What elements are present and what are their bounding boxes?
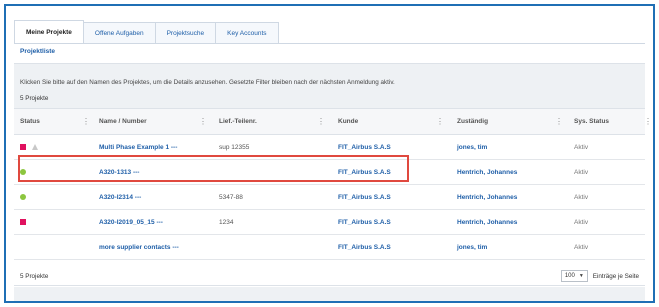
page-size-select[interactable]: 100 ▼ [560,270,588,282]
green-status-dot-icon [20,169,26,175]
table-row: more supplier contacts --- FIT_Airbus S.… [14,235,645,260]
customer-link[interactable]: FIT_Airbus S.A.S [338,235,391,260]
red-status-square-icon [20,144,26,150]
column-header-sys-status[interactable]: Sys. Status [574,109,609,135]
table-row: A320-I2019_05_15 --- 1234 FIT_Airbus S.A… [14,210,645,235]
column-menu-icon[interactable]: ⋮ [436,109,444,135]
owner-link[interactable]: jones, tim [457,235,487,260]
supplier-part-number: sup 12355 [219,144,250,151]
column-menu-icon[interactable]: ⋮ [199,109,207,135]
tab-divider [14,43,645,44]
sys-status-value: Aktiv [574,144,589,151]
owner-link[interactable]: Hentrich, Johannes [457,185,517,210]
project-count: 5 Projekte [20,95,49,102]
table-row: A320-I2314 --- 5347-88 FIT_Airbus S.A.S … [14,185,645,210]
owner-link[interactable]: Hentrich, Johannes [457,160,517,185]
sys-status-value: Aktiv [574,244,589,251]
table-row: Multi Phase Example 1 --- sup 12355 FIT_… [14,135,645,160]
project-name-link[interactable]: A320-I2314 --- [99,185,141,210]
column-menu-icon[interactable]: ⋮ [82,109,90,135]
column-menu-icon[interactable]: ⋮ [317,109,325,135]
tab-key-accounts[interactable]: Key Accounts [215,22,279,44]
owner-link[interactable]: jones, tim [457,135,487,160]
page-size-value: 100 [564,273,575,279]
table-header: Status ⋮ Name / Number ⋮ Lief.-Teilenr. … [14,109,652,135]
tab-meine-projekte[interactable]: Meine Projekte [14,20,84,44]
page-size-control: 100 ▼ Einträge je Seite [560,270,639,282]
supplier-part-number: 5347-88 [219,194,243,201]
customer-link[interactable]: FIT_Airbus S.A.S [338,185,391,210]
sys-status-value: Aktiv [574,169,589,176]
column-header-owner[interactable]: Zuständig [457,109,488,135]
project-name-link[interactable]: A320-I2019_05_15 --- [99,210,163,235]
chevron-down-icon: ▼ [578,273,584,279]
red-status-square-icon [20,219,26,225]
column-header-status[interactable]: Status [20,109,40,135]
tab-bar: Meine Projekte Offene Aufgaben Projektsu… [14,20,279,44]
app-frame: Meine Projekte Offene Aufgaben Projektsu… [4,4,655,303]
owner-link[interactable]: Hentrich, Johannes [457,210,517,235]
customer-link[interactable]: FIT_Airbus S.A.S [338,210,391,235]
sys-status-value: Aktiv [574,194,589,201]
customer-link[interactable]: FIT_Airbus S.A.S [338,135,391,160]
tab-offene-aufgaben[interactable]: Offene Aufgaben [82,22,156,44]
column-menu-icon[interactable]: ⋮ [555,109,563,135]
bottom-band [14,287,645,301]
projektliste-link[interactable]: Projektliste [20,48,55,55]
customer-link[interactable]: FIT_Airbus S.A.S [338,160,391,185]
column-header-name[interactable]: Name / Number [99,109,147,135]
tab-projektsuche[interactable]: Projektsuche [154,22,217,44]
table-row: A320-1313 --- FIT_Airbus S.A.S Hentrich,… [14,160,645,185]
column-header-supplier[interactable]: Lief.-Teilenr. [219,109,257,135]
project-name-link[interactable]: more supplier contacts --- [99,235,179,260]
gray-warning-triangle-icon [32,144,38,150]
column-menu-icon[interactable]: ⋮ [644,109,652,135]
sys-status-value: Aktiv [574,219,589,226]
info-band [14,63,645,109]
project-name-link[interactable]: Multi Phase Example 1 --- [99,135,177,160]
table-footer: 5 Projekte 100 ▼ Einträge je Seite [14,268,645,286]
project-count-footer: 5 Projekte [20,273,49,280]
column-header-customer[interactable]: Kunde [338,109,358,135]
project-name-link[interactable]: A320-1313 --- [99,160,139,185]
green-status-dot-icon [20,194,26,200]
per-page-label: Einträge je Seite [592,272,639,280]
info-text: Klicken Sie bitte auf den Namen des Proj… [20,79,395,86]
supplier-part-number: 1234 [219,219,234,226]
